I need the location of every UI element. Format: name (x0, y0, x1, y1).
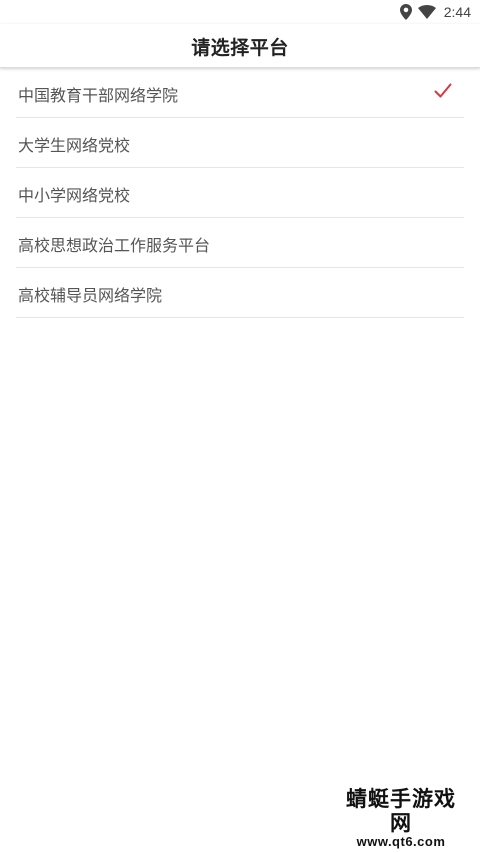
platform-label: 大学生网络党校 (18, 136, 131, 155)
platform-label: 中小学网络党校 (18, 186, 131, 205)
status-time: 2:44 (443, 4, 471, 20)
status-icons: 2:44 (399, 3, 471, 21)
watermark-url: www.qt6.com (356, 834, 446, 849)
app-header: 请选择平台 (0, 24, 480, 68)
location-icon (399, 4, 412, 20)
watermark: 蜻蜓手游戏网 www.qt6.com (336, 787, 466, 849)
page-title: 请选择平台 (191, 37, 289, 59)
checkmark-icon (434, 83, 452, 99)
platform-item-4[interactable]: 高校辅导员网络学院 (16, 268, 464, 318)
platform-item-1[interactable]: 大学生网络党校 (16, 118, 464, 168)
platform-item-2[interactable]: 中小学网络党校 (16, 168, 464, 218)
platform-label: 中国教育干部网络学院 (18, 86, 179, 105)
status-bar: 2:44 (0, 0, 480, 24)
platform-list: 中国教育干部网络学院 大学生网络党校 中小学网络党校 高校思想政治工作服务平台 … (16, 68, 464, 318)
wifi-icon (417, 5, 436, 19)
platform-label: 高校辅导员网络学院 (18, 286, 163, 305)
watermark-title: 蜻蜓手游戏网 (346, 787, 456, 835)
platform-label: 高校思想政治工作服务平台 (18, 236, 211, 255)
platform-item-0[interactable]: 中国教育干部网络学院 (16, 68, 464, 118)
platform-item-3[interactable]: 高校思想政治工作服务平台 (16, 218, 464, 268)
